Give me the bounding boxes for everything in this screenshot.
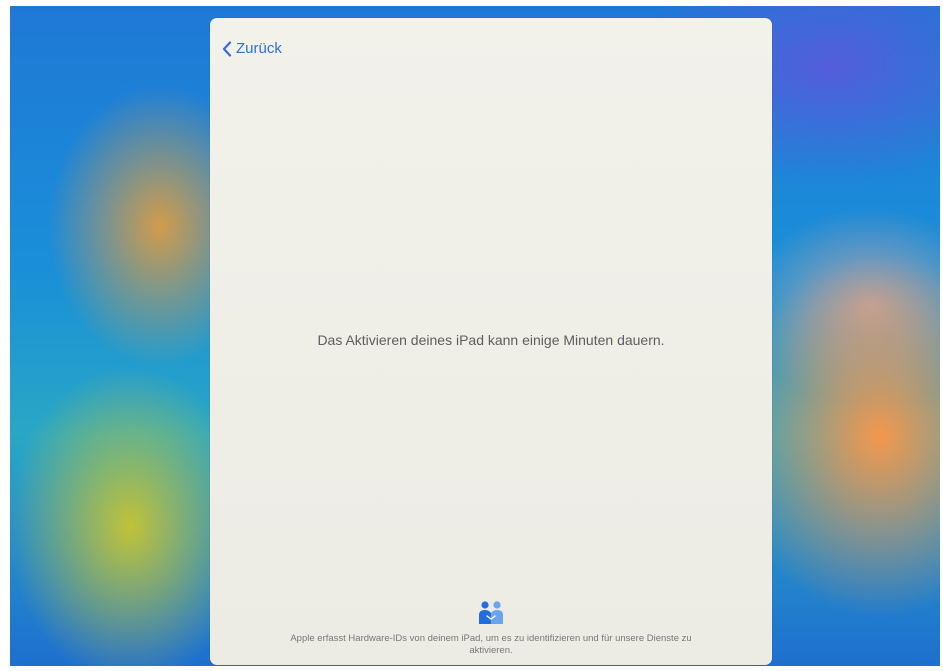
activation-message: Das Aktivieren deines iPad kann einige M… (317, 332, 665, 348)
privacy-text: Apple erfasst Hardware-IDs von deinem iP… (290, 633, 692, 656)
back-button[interactable]: Zurück (222, 40, 282, 57)
privacy-notice: Apple erfasst Hardware-IDs von deinem iP… (210, 600, 772, 657)
chevron-left-icon (222, 40, 232, 57)
handshake-people-icon[interactable] (476, 600, 506, 626)
wallpaper-background: Zurück Das Aktivieren deines iPad kann e… (10, 6, 940, 666)
activation-screen: Zurück Das Aktivieren deines iPad kann e… (210, 18, 772, 665)
back-button-label: Zurück (236, 40, 282, 57)
